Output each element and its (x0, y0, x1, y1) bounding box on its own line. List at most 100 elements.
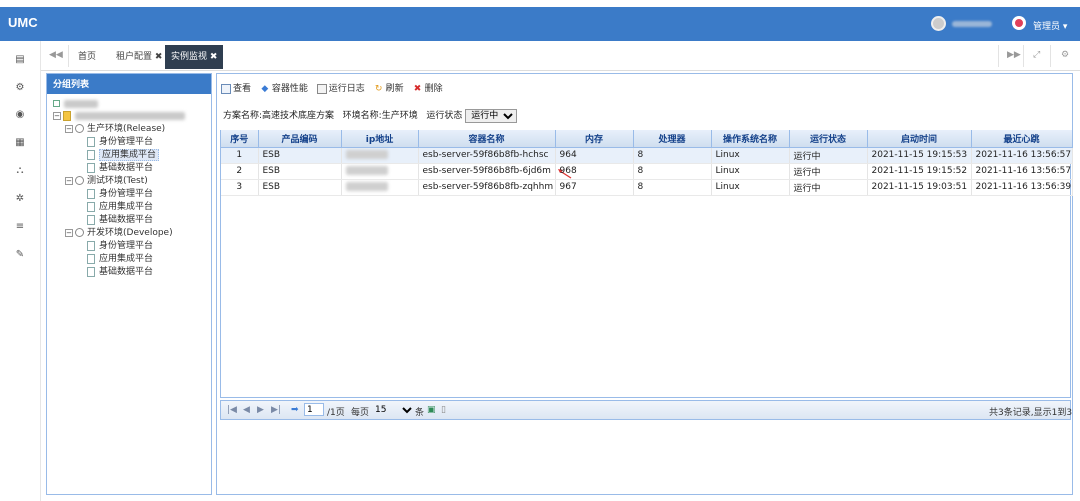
tab-tenant-config[interactable]: 租户配置 ✖ (110, 47, 168, 71)
env-icon (75, 228, 84, 237)
total-pages: /1页 (327, 408, 345, 418)
table-cell: 运行中 (789, 147, 868, 164)
tree-item[interactable]: 基础数据平台 (87, 266, 153, 278)
table-cell: esb-server-59f86b8fb-hchsc (418, 147, 556, 164)
user-avatar[interactable] (931, 16, 946, 31)
table-cell: 8 (633, 163, 712, 180)
column-header[interactable]: 运行状态 (789, 130, 868, 148)
log-label: 运行日志 (328, 84, 365, 94)
grid-icon[interactable]: ▦ (13, 136, 27, 150)
page-number-input[interactable] (304, 403, 324, 416)
chart-icon: ◆ (261, 83, 269, 94)
go-page-icon[interactable]: ➡ (291, 405, 299, 415)
table-row[interactable]: 2 ESB esb-server-59f86b8fb-6jd6m 968 8 L… (221, 163, 1073, 180)
tab-scroll-left-icon[interactable]: ◀◀ (49, 50, 63, 60)
table-cell: 1 (221, 147, 259, 164)
tree-item[interactable]: 身份管理平台 (87, 188, 153, 200)
view-label: 查看 (233, 84, 252, 94)
table-cell: ESB (258, 179, 342, 196)
tree-item[interactable]: 基础数据平台 (87, 162, 153, 174)
tab-scroll-right-icon[interactable]: ▶▶ (1007, 50, 1021, 60)
tree-root[interactable] (53, 98, 98, 110)
sitemap-icon[interactable]: ⛬ (13, 164, 27, 178)
gear-icon[interactable]: ✲ (13, 192, 27, 206)
collapse-icon[interactable]: − (65, 124, 73, 133)
first-page-icon[interactable]: |◀ (227, 405, 237, 415)
column-header[interactable]: 产品编码 (258, 130, 342, 148)
column-header[interactable]: 序号 (221, 130, 259, 148)
refresh-button[interactable]: ↻ 刷新 (374, 81, 404, 95)
collapse-icon[interactable]: − (65, 228, 73, 237)
profile-card-icon[interactable]: ▤ (13, 53, 27, 67)
document-icon (87, 240, 95, 251)
table-cell: 2021-11-15 19:15:53 (867, 147, 972, 164)
last-page-icon[interactable]: ▶| (271, 405, 281, 415)
ip-cell-redacted (341, 179, 419, 196)
tree-item-selected[interactable]: 应用集成平台 (87, 149, 160, 161)
table-cell: 8 (633, 179, 712, 196)
tree-env-label: 开发环境(Develope) (87, 228, 173, 238)
per-page-select[interactable]: 15 (371, 403, 415, 417)
tree-item-label: 身份管理平台 (99, 137, 154, 147)
delete-label: 删除 (424, 84, 443, 94)
eye-icon[interactable]: ◉ (13, 108, 27, 122)
settings-icon[interactable]: ⚙ (1061, 50, 1069, 60)
table-row[interactable]: 1 ESB esb-server-59f86b8fb-hchsc 964 8 L… (221, 147, 1073, 164)
filter-bar: 方案名称:高速技术底座方案 环境名称:生产环境 运行状态 运行中 (223, 108, 518, 123)
tree-item[interactable]: 应用集成平台 (87, 253, 153, 265)
table-cell: 968 (555, 163, 634, 180)
table-row[interactable]: 3 ESB esb-server-59f86b8fb-zqhhm 967 8 L… (221, 179, 1073, 196)
tree-env-develop[interactable]: − 开发环境(Develope) (65, 227, 173, 239)
user-name-redacted[interactable] (952, 21, 992, 27)
env-icon (75, 176, 84, 185)
tree-env-release[interactable]: − 生产环境(Release) (65, 123, 165, 135)
collapse-icon[interactable]: − (65, 176, 73, 185)
column-header[interactable]: ip地址 (341, 130, 419, 148)
divider (1023, 45, 1024, 67)
tree-env-label: 测试环境(Test) (87, 176, 148, 186)
divider (1050, 45, 1051, 67)
tree-item[interactable]: 应用集成平台 (87, 201, 153, 213)
tree-item-label: 基础数据平台 (99, 267, 154, 277)
table-cell: 2021-11-16 13:56:39 (971, 179, 1073, 196)
container-perf-button[interactable]: ◆ 容器性能 (260, 81, 307, 95)
status-select[interactable]: 运行中 (465, 109, 518, 123)
document-icon (87, 136, 95, 147)
collapse-icon[interactable]: − (53, 111, 61, 120)
refresh-icon: ↻ (374, 83, 383, 94)
view-button[interactable]: 查看 (221, 81, 251, 94)
fullscreen-icon[interactable]: ⤢ (1033, 50, 1040, 60)
delete-button[interactable]: ✖ 删除 (413, 81, 443, 95)
wrench-icon[interactable]: ✎ (13, 248, 27, 262)
gears-icon[interactable]: ⚙ (13, 81, 27, 95)
table-cell: 2021-11-16 13:56:57 (971, 163, 1073, 180)
document-icon (87, 149, 95, 160)
top-header-bar: UMC 管理员 ▾ (0, 0, 1080, 41)
column-header[interactable]: 容器名称 (418, 130, 556, 148)
column-header[interactable]: 操作系统名称 (711, 130, 790, 148)
prev-page-icon[interactable]: ◀ (243, 405, 250, 415)
redacted-text (345, 166, 388, 175)
document-icon (87, 188, 95, 199)
column-header[interactable]: 处理器 (633, 130, 712, 148)
export-doc-icon[interactable]: ▯ (441, 405, 446, 415)
column-header[interactable]: 启动时间 (867, 130, 972, 148)
tree-env-test[interactable]: − 测试环境(Test) (65, 175, 148, 187)
divider (998, 45, 999, 67)
tree-item[interactable]: 身份管理平台 (87, 240, 153, 252)
column-header[interactable]: 内存 (555, 130, 634, 148)
next-page-icon[interactable]: ▶ (257, 405, 264, 415)
tab-home[interactable]: 首页 (72, 47, 102, 71)
redacted-text (345, 182, 388, 191)
list-icon[interactable]: ≡ (13, 220, 27, 234)
tree-item[interactable]: 基础数据平台 (87, 214, 153, 226)
redacted-text (64, 99, 98, 108)
admin-menu[interactable]: 管理员 ▾ (1033, 19, 1067, 32)
export-excel-icon[interactable]: ▣ (427, 405, 436, 415)
run-log-button[interactable]: 运行日志 (316, 81, 365, 94)
tree-item[interactable]: 身份管理平台 (87, 136, 153, 148)
column-header[interactable]: 最近心跳 (971, 130, 1073, 148)
tree-tenant[interactable]: − (53, 110, 185, 122)
table-cell: 运行中 (789, 163, 868, 180)
tab-instance-monitor[interactable]: 实例监视 ✖ (165, 45, 224, 69)
